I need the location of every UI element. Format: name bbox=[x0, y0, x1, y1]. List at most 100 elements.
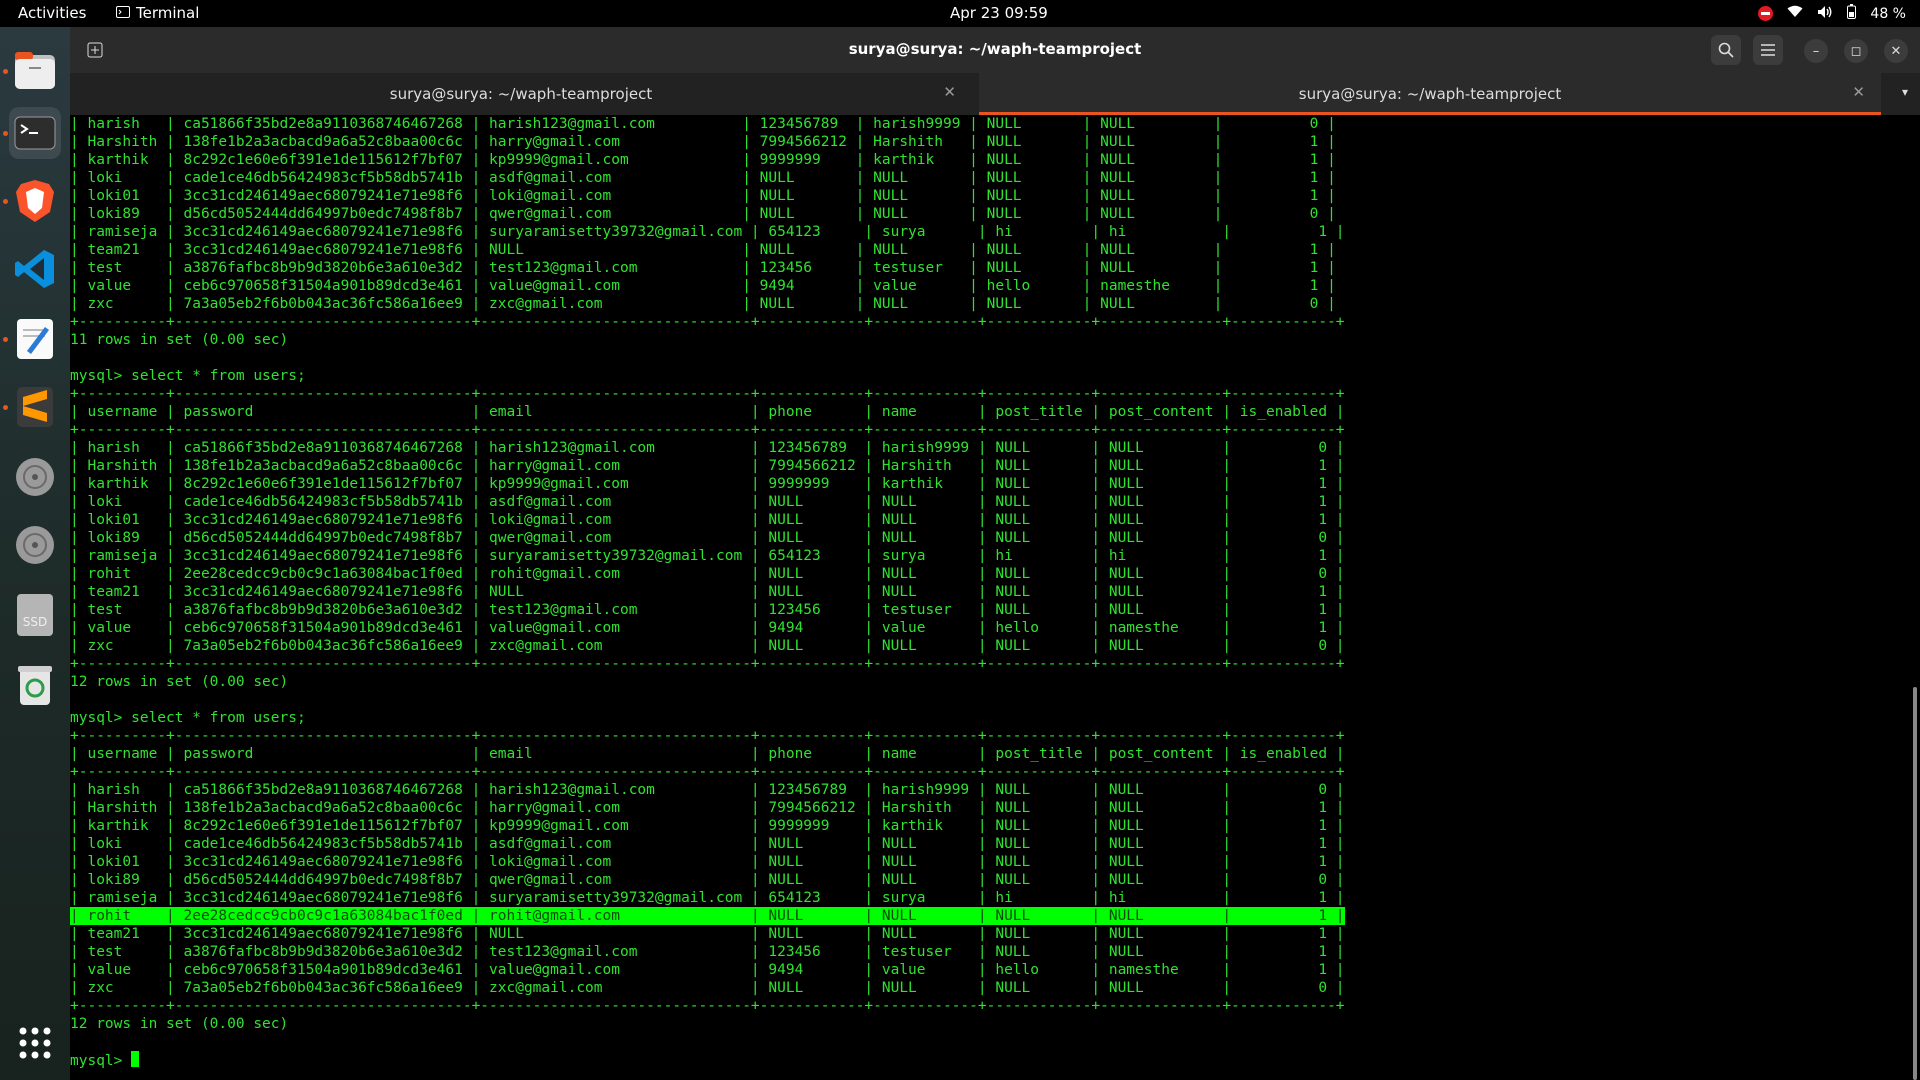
do-not-disturb-icon bbox=[1758, 6, 1774, 21]
svg-text:SSD: SSD bbox=[23, 615, 47, 629]
table-row: | value | ceb6c970658f31504a901b89dcd3e4… bbox=[70, 278, 1336, 294]
sublime-text-icon[interactable] bbox=[9, 381, 61, 433]
dock: SSD bbox=[0, 27, 70, 1080]
close-icon[interactable]: ✕ bbox=[1884, 39, 1908, 63]
running-indicator bbox=[3, 405, 8, 410]
app-menu-label: Terminal bbox=[136, 4, 200, 22]
result-summary: 11 rows in set (0.00 sec) bbox=[70, 332, 289, 348]
table-row: | team21 | 3cc31cd246149aec68079241e71e9… bbox=[70, 584, 1345, 600]
text-editor-icon[interactable] bbox=[9, 313, 61, 365]
table-row: | test | a3876fafbc8b9b9d3820b6e3a610e3d… bbox=[70, 944, 1345, 960]
terminal-icon bbox=[116, 4, 130, 22]
disc-icon[interactable] bbox=[9, 519, 61, 571]
scrollbar[interactable] bbox=[1913, 687, 1917, 1080]
app-menu[interactable]: Terminal bbox=[116, 4, 199, 22]
table-row: | harish | ca51866f35bd2e8a9110368746467… bbox=[70, 440, 1345, 456]
top-bar: Activities Terminal Apr 23 09:59 48 % bbox=[0, 0, 1920, 27]
table-row: | harish | ca51866f35bd2e8a9110368746467… bbox=[70, 782, 1345, 798]
clock[interactable]: Apr 23 09:59 bbox=[950, 4, 1048, 22]
hamburger-menu-icon[interactable] bbox=[1753, 35, 1783, 65]
table-row: | team21 | 3cc31cd246149aec68079241e71e9… bbox=[70, 242, 1336, 258]
disc-icon[interactable] bbox=[9, 451, 61, 503]
running-indicator bbox=[3, 69, 8, 74]
table-row: | loki01 | 3cc31cd246149aec68079241e71e9… bbox=[70, 188, 1336, 204]
tab-1[interactable]: surya@surya: ~/waph-teamproject ✕ bbox=[70, 73, 972, 115]
battery-icon bbox=[1847, 4, 1857, 23]
table-row: | harish | ca51866f35bd2e8a9110368746467… bbox=[70, 116, 1336, 132]
sql-query: mysql> select * from users; bbox=[70, 710, 306, 726]
table-row: | test | a3876fafbc8b9b9d3820b6e3a610e3d… bbox=[70, 260, 1336, 276]
table-row: | Harshith | 138fe1b2a3acbacd9a6a52c8baa… bbox=[70, 134, 1336, 150]
chevron-down-icon[interactable]: ▾ bbox=[1902, 85, 1908, 99]
table-row: | ramiseja | 3cc31cd246149aec68079241e71… bbox=[70, 224, 1345, 240]
terminal-window: surya@surya: ~/waph-teamproject – ◻ ✕ su… bbox=[70, 27, 1920, 1080]
volume-icon bbox=[1817, 5, 1833, 23]
tab-close-icon[interactable]: ✕ bbox=[943, 83, 956, 101]
running-indicator bbox=[3, 131, 8, 136]
table-row: | loki89 | d56cd5052444dd64997b0edc7498f… bbox=[70, 530, 1345, 546]
table-border: +----------+----------------------------… bbox=[70, 422, 1345, 438]
table-row: | ramiseja | 3cc31cd246149aec68079241e71… bbox=[70, 890, 1345, 906]
trash-icon[interactable] bbox=[9, 659, 61, 711]
table-header: | username | password | email | phone | … bbox=[70, 404, 1345, 420]
table-row: | loki | cade1ce46db56424983cf5b58db5741… bbox=[70, 494, 1345, 510]
tab-label: surya@surya: ~/waph-teamproject bbox=[389, 85, 653, 103]
table-row: | ramiseja | 3cc31cd246149aec68079241e71… bbox=[70, 548, 1345, 564]
table-row: | rohit | 2ee28cedcc9cb0c9c1a63084bac1f0… bbox=[70, 566, 1345, 582]
table-border: +----------+----------------------------… bbox=[70, 656, 1345, 672]
tab-label: surya@surya: ~/waph-teamproject bbox=[1298, 85, 1562, 103]
table-row: | zxc | 7a3a05eb2f6b0b043ac36fc586a16ee9… bbox=[70, 638, 1345, 654]
system-tray[interactable]: 48 % bbox=[1758, 4, 1906, 23]
table-row: | value | ceb6c970658f31504a901b89dcd3e4… bbox=[70, 620, 1345, 636]
table-header: | username | password | email | phone | … bbox=[70, 746, 1345, 762]
wifi-icon bbox=[1787, 5, 1803, 22]
table-border: +----------+----------------------------… bbox=[70, 728, 1345, 744]
running-indicator bbox=[3, 199, 8, 204]
activities-button[interactable]: Activities bbox=[18, 4, 86, 22]
table-row: | loki01 | 3cc31cd246149aec68079241e71e9… bbox=[70, 512, 1345, 528]
table-row: | loki | cade1ce46db56424983cf5b58db5741… bbox=[70, 836, 1345, 852]
table-row: | test | a3876fafbc8b9b9d3820b6e3a610e3d… bbox=[70, 602, 1345, 618]
window-title: surya@surya: ~/waph-teamproject bbox=[848, 40, 1142, 58]
table-row: | zxc | 7a3a05eb2f6b0b043ac36fc586a16ee9… bbox=[70, 980, 1345, 996]
table-border: +----------+----------------------------… bbox=[70, 314, 1345, 330]
mysql-prompt: mysql> bbox=[70, 1053, 132, 1069]
mysql-prompt-line[interactable]: mysql> bbox=[70, 1051, 1908, 1070]
result-summary: 12 rows in set (0.00 sec) bbox=[70, 674, 289, 690]
search-icon[interactable] bbox=[1711, 35, 1741, 65]
table-row: | Harshith | 138fe1b2a3acbacd9a6a52c8baa… bbox=[70, 800, 1345, 816]
battery-percent: 48 % bbox=[1870, 5, 1906, 22]
table-row: | team21 | 3cc31cd246149aec68079241e71e9… bbox=[70, 926, 1345, 942]
maximize-icon[interactable]: ◻ bbox=[1844, 39, 1868, 63]
terminal-dock-icon[interactable] bbox=[9, 107, 61, 159]
sql-query: mysql> select * from users; bbox=[70, 368, 306, 384]
table-border: +----------+----------------------------… bbox=[70, 998, 1345, 1014]
show-applications-icon[interactable] bbox=[9, 1017, 61, 1069]
table-row: | loki | cade1ce46db56424983cf5b58db5741… bbox=[70, 170, 1336, 186]
highlighted-row-wrapper: | rohit | 2ee28cedcc9cb0c9c1a63084bac1f0… bbox=[70, 907, 1908, 925]
terminal-output[interactable]: | harish | ca51866f35bd2e8a9110368746467… bbox=[70, 115, 1908, 1080]
header-bar[interactable]: surya@surya: ~/waph-teamproject – ◻ ✕ bbox=[70, 27, 1920, 73]
brave-browser-icon[interactable] bbox=[9, 175, 61, 227]
table-row: | loki01 | 3cc31cd246149aec68079241e71e9… bbox=[70, 854, 1345, 870]
minimize-icon[interactable]: – bbox=[1804, 39, 1828, 63]
ssd-drive-icon[interactable]: SSD bbox=[9, 589, 61, 641]
table-row: | value | ceb6c970658f31504a901b89dcd3e4… bbox=[70, 962, 1345, 978]
highlighted-table-row: | rohit | 2ee28cedcc9cb0c9c1a63084bac1f0… bbox=[70, 907, 1345, 925]
table-row: | karthik | 8c292c1e60e6f391e1de115612f7… bbox=[70, 152, 1336, 168]
terminal-text: | harish | ca51866f35bd2e8a9110368746467… bbox=[70, 115, 1908, 1070]
tab-2[interactable]: surya@surya: ~/waph-teamproject ✕ bbox=[979, 73, 1881, 115]
tab-close-icon[interactable]: ✕ bbox=[1852, 83, 1865, 101]
table-row: | karthik | 8c292c1e60e6f391e1de115612f7… bbox=[70, 818, 1345, 834]
files-icon[interactable] bbox=[9, 45, 61, 97]
text-cursor bbox=[131, 1051, 140, 1067]
result-summary: 12 rows in set (0.00 sec) bbox=[70, 1016, 289, 1032]
vscode-icon[interactable] bbox=[9, 243, 61, 295]
tab-bar: surya@surya: ~/waph-teamproject ✕ surya@… bbox=[70, 73, 1920, 115]
table-row: | karthik | 8c292c1e60e6f391e1de115612f7… bbox=[70, 476, 1345, 492]
running-indicator bbox=[3, 337, 8, 342]
table-border: +----------+----------------------------… bbox=[70, 764, 1345, 780]
table-row: | loki89 | d56cd5052444dd64997b0edc7498f… bbox=[70, 206, 1336, 222]
